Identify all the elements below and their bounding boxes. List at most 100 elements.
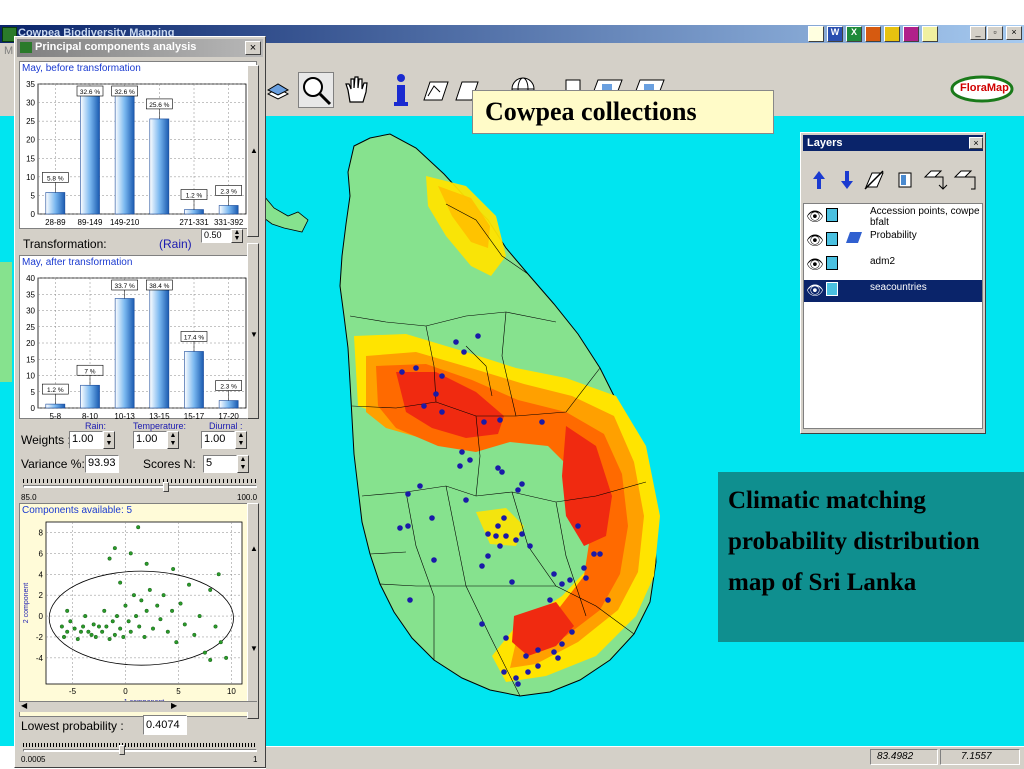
excel-icon[interactable]: X xyxy=(846,26,862,42)
scatter-point xyxy=(202,650,207,655)
weight-diurnal-field[interactable]: 1.00 xyxy=(201,431,235,449)
measure-icon[interactable] xyxy=(420,78,450,104)
scatter-point xyxy=(213,624,218,629)
variance-slider[interactable] xyxy=(23,477,259,495)
caption-top-text: Cowpea collections xyxy=(485,97,697,126)
scatter-point xyxy=(134,614,139,619)
pan-hand-icon[interactable] xyxy=(342,74,372,106)
weight-rain-field[interactable]: 1.00 xyxy=(69,431,103,449)
map-left-strip xyxy=(0,116,14,746)
scatter-point xyxy=(65,629,70,634)
scatter-point xyxy=(208,587,213,592)
y-tick-label: -4 xyxy=(36,654,44,663)
layer-delete-icon[interactable] xyxy=(863,169,885,191)
minimize-button[interactable]: _ xyxy=(970,26,986,40)
info-icon[interactable] xyxy=(390,72,412,108)
layers-close-button[interactable]: × xyxy=(969,137,983,149)
data-label: 32.6 % xyxy=(80,89,100,96)
layer-add-icon[interactable] xyxy=(923,169,949,191)
scatter-point xyxy=(170,608,175,613)
scatter-point xyxy=(72,626,77,631)
eye-icon[interactable]: 👁 xyxy=(806,232,824,249)
layer-row-selected[interactable]: 👁 seacountries xyxy=(804,280,982,302)
bar xyxy=(149,282,170,409)
menu-item[interactable]: M xyxy=(4,45,13,57)
layer-up-icon[interactable] xyxy=(811,169,827,191)
y-tick-label: 30 xyxy=(26,99,35,108)
eye-icon[interactable]: 👁 xyxy=(806,208,824,225)
scores-field[interactable]: 5 xyxy=(203,455,237,473)
restore-button[interactable]: ▫ xyxy=(987,26,1003,40)
scroll-right-icon[interactable]: ▶ xyxy=(171,701,177,710)
weight-temperature-field[interactable]: 1.00 xyxy=(133,431,167,449)
powerpoint-icon[interactable] xyxy=(865,26,881,42)
slider-thumb[interactable] xyxy=(163,482,169,492)
close-button[interactable]: × xyxy=(1006,26,1022,40)
x-tick-label: 271-331 xyxy=(179,218,209,227)
scatter-point xyxy=(128,629,133,634)
bar xyxy=(184,351,204,409)
layer-row[interactable]: 👁 adm2 xyxy=(804,254,982,278)
y-tick-label: 35 xyxy=(26,290,35,299)
slider-thumb[interactable] xyxy=(119,745,125,755)
scatter-point xyxy=(68,619,73,624)
weight-diurnal-value: 1.00 xyxy=(204,433,226,445)
eye-icon[interactable]: 👁 xyxy=(806,282,824,299)
lowest-prob-field[interactable]: 0.4074 xyxy=(143,715,187,735)
scatter-point xyxy=(128,551,133,556)
layer-icon[interactable] xyxy=(266,80,290,100)
scatter-point xyxy=(147,587,152,592)
scores-spinner[interactable]: ▲ ▼ xyxy=(237,455,249,473)
app-shortcut-icon[interactable] xyxy=(808,26,824,42)
scatter-point xyxy=(182,622,187,627)
bar xyxy=(114,298,135,409)
access-icon[interactable] xyxy=(903,26,919,42)
weight-rain-spinner[interactable]: ▲ ▼ xyxy=(103,431,115,449)
chart-before-title: May, before transformation xyxy=(22,63,141,74)
outlook-icon[interactable] xyxy=(884,26,900,42)
weight-header-diurnal: Diurnal : xyxy=(209,421,243,431)
layers-list: 👁 Accession points, cowpe bfalt 👁 Probab… xyxy=(803,203,983,429)
layer-properties-icon[interactable] xyxy=(897,171,913,189)
chart-before-scroll[interactable]: ▲ xyxy=(247,65,259,237)
layer-row[interactable]: 👁 Probability xyxy=(804,230,982,250)
map-left-land xyxy=(0,262,12,382)
scatter-hscroll[interactable]: ◀ ▶ xyxy=(19,701,257,712)
x-tick-label: 149-210 xyxy=(110,218,140,227)
scatter-scroll[interactable]: ▲ ▼ xyxy=(247,503,259,719)
variance-label: Variance %: xyxy=(21,457,85,471)
notes-icon[interactable] xyxy=(922,26,938,42)
layer-row[interactable]: 👁 Accession points, cowpe bfalt xyxy=(804,204,982,232)
weight-diurnal-spinner[interactable]: ▲ ▼ xyxy=(235,431,247,449)
pca-close-button[interactable]: × xyxy=(245,41,261,55)
chart-after-scroll[interactable]: ▼ xyxy=(247,243,259,419)
window-controls: _ ▫ × xyxy=(970,26,1022,42)
layer-export-icon[interactable] xyxy=(953,169,981,191)
variance-field[interactable]: 93.93 xyxy=(85,455,119,473)
word-icon[interactable]: W xyxy=(827,26,843,42)
plot-area xyxy=(37,83,247,215)
probability-slider[interactable] xyxy=(23,741,259,755)
transformation-spinner[interactable]: ▲ ▼ xyxy=(231,229,243,243)
data-label: 1.2 % xyxy=(186,193,203,200)
y-tick-label: 15 xyxy=(26,154,35,163)
eye-icon[interactable]: 👁 xyxy=(806,256,824,273)
scatter-point xyxy=(93,634,98,639)
scroll-left-icon[interactable]: ◀ xyxy=(21,701,27,710)
bar xyxy=(80,384,100,409)
scatter-point xyxy=(139,598,144,603)
scatter-point xyxy=(121,634,126,639)
layer-down-icon[interactable] xyxy=(839,169,855,191)
x-tick-label: 10-13 xyxy=(114,412,135,420)
zoom-icon[interactable] xyxy=(298,72,334,108)
scatter-point xyxy=(208,657,213,662)
transformation-value-field[interactable]: 0.50 xyxy=(201,229,231,243)
scatter-point xyxy=(136,525,141,530)
bar xyxy=(149,118,170,215)
bar xyxy=(45,403,66,409)
weight-temperature-spinner[interactable]: ▲ ▼ xyxy=(167,431,179,449)
chart-before: May, before transformation 0 5 10 15 20 25 30 3… xyxy=(19,61,257,229)
scatter-point xyxy=(104,624,109,629)
scatter-point xyxy=(107,637,112,642)
transformation-value: 0.50 xyxy=(204,230,222,240)
